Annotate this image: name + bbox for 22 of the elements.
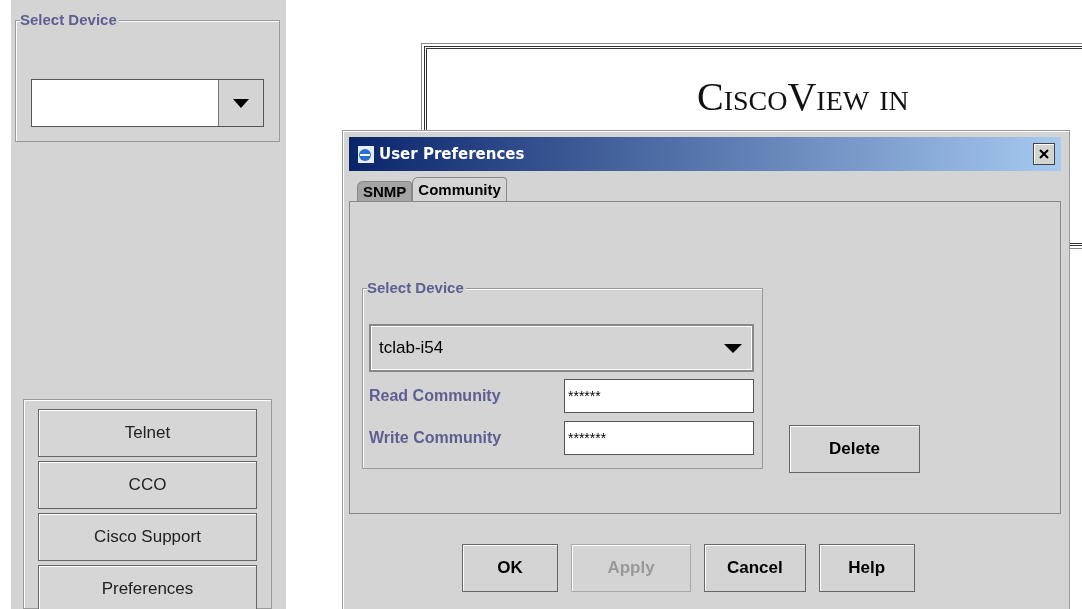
delete-button[interactable]: Delete [789, 425, 920, 473]
sidebar-button[interactable]: CCO [38, 461, 257, 509]
tab[interactable]: SNMP [357, 181, 413, 201]
sidebar-button[interactable]: Telnet [38, 409, 257, 457]
field-label: Read Community [369, 387, 501, 405]
field-label: Write Community [369, 429, 502, 447]
dialog-button[interactable]: Cancel [704, 544, 806, 592]
input-field[interactable]: ****** [564, 379, 754, 413]
caret-icon [233, 98, 249, 108]
tab[interactable]: Community [412, 177, 507, 201]
dialog-button[interactable]: OK [462, 544, 558, 592]
device-dropdown[interactable] [31, 79, 264, 127]
close-icon [1039, 149, 1049, 159]
dialog-button[interactable]: Help [818, 544, 915, 592]
caret-icon [724, 343, 742, 353]
input-field[interactable]: ******* [564, 421, 754, 455]
sidebar-button[interactable]: Cisco Support [38, 513, 257, 561]
sidebar-button[interactable]: Preferences [38, 565, 257, 609]
window-title: User Preferences [379, 145, 526, 163]
device-dropdown[interactable]: tclab-i54 [369, 324, 754, 372]
page-heading: CiscoView in [697, 77, 909, 117]
close-button[interactable] [1033, 143, 1055, 165]
